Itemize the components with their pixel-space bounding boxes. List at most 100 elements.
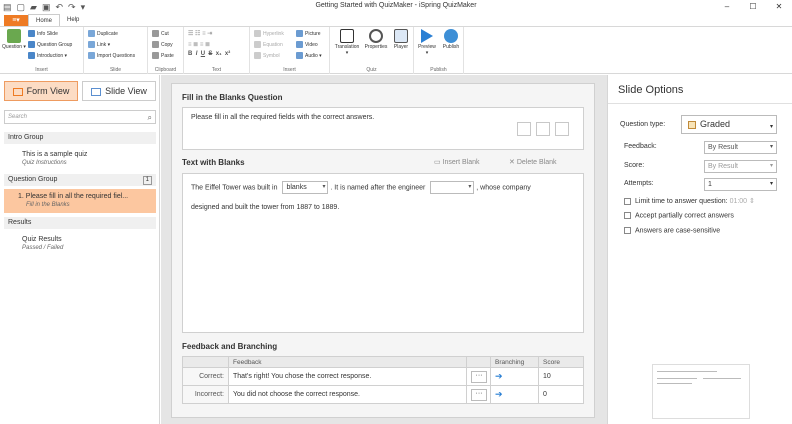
blank-dropdown-2[interactable]: ▾ <box>430 181 475 194</box>
editor-area: Fill in the Blanks Question Please fill … <box>161 75 607 424</box>
underline-button[interactable]: U <box>201 51 205 57</box>
more-options-button[interactable]: ··· <box>471 370 487 383</box>
ribbon-group-label: Text <box>211 67 222 73</box>
picture-button[interactable]: Picture <box>296 29 321 39</box>
slide-item-selected[interactable]: 1. Please fill in all the required fiel.… <box>4 189 156 213</box>
accept-partial-checkbox[interactable]: Accept partially correct answers <box>624 212 734 219</box>
limit-time-checkbox[interactable]: Limit time to answer question: 01:00 ⇕ <box>624 197 755 205</box>
paste-icon <box>152 52 159 60</box>
duplicate-button[interactable]: Duplicate <box>88 29 118 39</box>
symbol-button[interactable]: Symbol <box>254 51 280 61</box>
score-select[interactable]: By Result ▾ <box>704 160 777 173</box>
score-cell[interactable]: 10 <box>538 367 584 386</box>
hyperlink-icon <box>254 30 261 38</box>
player-button[interactable]: Player <box>390 29 412 50</box>
question-type-select[interactable]: Graded ▾ <box>681 115 777 134</box>
table-row: Incorrect: You did not choose the correc… <box>182 385 584 404</box>
tab-help[interactable]: Help <box>60 14 86 26</box>
preview-button[interactable]: Preview ▾ <box>416 29 438 56</box>
chevron-down-icon: ▾ <box>468 184 472 190</box>
group-question[interactable]: Question Group 1 <box>4 174 156 186</box>
chevron-down-icon: ▾ <box>769 144 773 150</box>
ribbon-group-quiz: Translation ▾ Properties Player Quiz <box>330 27 414 74</box>
feedback-table: Feedback Branching Score Correct: That's… <box>182 356 584 404</box>
redo-icon[interactable]: ↷ <box>68 0 76 14</box>
link-icon <box>88 41 95 49</box>
group-results[interactable]: Results <box>4 217 156 229</box>
equation-button[interactable]: Equation <box>254 40 283 50</box>
stepper-icon[interactable]: ⇕ <box>749 198 755 205</box>
time-limit-field[interactable]: 01:00 <box>730 198 748 205</box>
blank-dropdown-1[interactable]: blanks ▾ <box>282 181 329 194</box>
score-cell[interactable]: 0 <box>538 385 584 404</box>
translation-button[interactable]: Translation ▾ <box>332 29 362 56</box>
slide-item[interactable]: Quiz Results Passed / Failed <box>4 235 156 253</box>
save-icon[interactable]: ▣ <box>42 0 51 14</box>
slide-view-button[interactable]: Slide View <box>82 81 156 101</box>
minimize-button[interactable]: – <box>714 0 740 14</box>
delete-blank-button[interactable]: ✕ Delete Blank <box>509 158 557 166</box>
blank-text-editor[interactable]: The Eiffel Tower was built in blanks ▾ . … <box>182 173 584 333</box>
info-slide-icon <box>28 30 35 38</box>
question-text-field[interactable]: Please fill in all the required fields w… <box>182 107 584 150</box>
audio-icon[interactable] <box>555 122 569 136</box>
superscript-button[interactable]: x² <box>225 51 230 57</box>
feedback-cell[interactable]: That's right! You chose the correct resp… <box>228 367 467 386</box>
copy-icon <box>152 41 159 49</box>
info-slide-button[interactable]: Info Slide <box>28 29 58 39</box>
close-button[interactable]: ✕ <box>766 0 792 14</box>
copy-button[interactable]: Copy <box>152 40 173 50</box>
group-intro[interactable]: Intro Group <box>4 132 156 144</box>
publish-button[interactable]: Publish <box>439 29 463 50</box>
translation-icon <box>340 29 354 43</box>
case-sensitive-checkbox[interactable]: Answers are case-sensitive <box>624 227 720 234</box>
tab-home[interactable]: Home <box>28 14 61 26</box>
slide-view-icon <box>91 87 102 96</box>
picture-icon[interactable] <box>517 122 531 136</box>
italic-button[interactable]: I <box>196 51 198 57</box>
list-buttons[interactable]: ☰ ☷ ≡ ⇥ <box>188 30 212 37</box>
bold-button[interactable]: B <box>188 51 192 57</box>
cut-button[interactable]: Cut <box>152 29 169 39</box>
window-title: Getting Started with QuizMaker - iSpring… <box>315 2 477 9</box>
link-button[interactable]: Link ▾ <box>88 40 110 50</box>
feedback-cell[interactable]: You did not choose the correct response. <box>228 385 467 404</box>
group-count-badge: 1 <box>142 176 152 185</box>
customize-toolbar-icon[interactable]: ▾ <box>81 0 86 14</box>
question-icon <box>7 29 21 43</box>
properties-button[interactable]: Properties <box>363 29 389 50</box>
search-input[interactable]: Search ⌕ <box>4 110 156 124</box>
question-button[interactable]: Question ▾ <box>2 29 26 50</box>
open-folder-icon[interactable]: ▰ <box>30 0 37 14</box>
attempts-select[interactable]: 1 ▾ <box>704 178 777 191</box>
import-questions-icon <box>88 52 95 60</box>
question-group-button[interactable]: Question Group <box>28 40 72 50</box>
insert-blank-button[interactable]: ▭ Insert Blank <box>434 158 480 166</box>
feedback-select[interactable]: By Result ▾ <box>704 141 777 154</box>
file-menu-button[interactable]: ≡▾ <box>4 15 28 26</box>
graded-icon <box>688 120 696 129</box>
new-file-icon[interactable]: ▢ <box>17 0 26 14</box>
maximize-button[interactable]: ☐ <box>740 0 766 14</box>
video-button[interactable]: Video <box>296 40 318 50</box>
video-icon[interactable] <box>536 122 550 136</box>
import-questions-button[interactable]: Import Questions <box>88 51 135 61</box>
form-view-button[interactable]: Form View <box>4 81 78 101</box>
subscript-button[interactable]: x₁ <box>216 51 222 57</box>
globe-icon <box>444 29 458 43</box>
table-row: Correct: That's right! You chose the cor… <box>182 367 584 386</box>
paste-button[interactable]: Paste <box>152 51 174 61</box>
introduction-button[interactable]: Introduction ▾ <box>28 51 67 61</box>
strikethrough-button[interactable]: S <box>208 51 212 57</box>
slide-item[interactable]: This is a sample quiz Quiz Instructions <box>4 150 156 168</box>
branching-arrow-icon[interactable]: ➔ <box>495 371 503 381</box>
branching-arrow-icon[interactable]: ➔ <box>495 389 503 399</box>
slide-options-panel: Slide Options Question type: Graded ▾ Fee… <box>607 75 792 424</box>
align-buttons[interactable]: ≡ ≣ ≡ ≣ <box>188 41 210 48</box>
player-icon <box>394 29 408 43</box>
more-options-button[interactable]: ··· <box>471 388 487 401</box>
audio-button[interactable]: Audio ▾ <box>296 51 322 61</box>
hyperlink-button[interactable]: Hyperlink <box>254 29 284 39</box>
chevron-down-icon: ▾ <box>769 124 773 130</box>
undo-icon[interactable]: ↶ <box>55 0 63 14</box>
